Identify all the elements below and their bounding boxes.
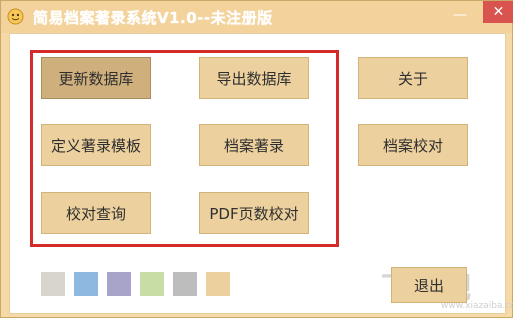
define-template-button[interactable]: 定义著录模板 bbox=[41, 124, 151, 166]
theme-swatch-5[interactable] bbox=[173, 272, 197, 296]
export-database-button[interactable]: 导出数据库 bbox=[199, 57, 309, 99]
app-window: 简易档案著录系统V1.0--未注册版 — ✕ 更新数据库 导出数据库 关于 定义… bbox=[0, 0, 513, 318]
update-database-button[interactable]: 更新数据库 bbox=[41, 57, 151, 99]
close-icon[interactable]: ✕ bbox=[483, 1, 513, 23]
about-button[interactable]: 关于 bbox=[358, 57, 468, 99]
theme-swatch-4[interactable] bbox=[140, 272, 164, 296]
pdf-page-check-button[interactable]: PDF页数校对 bbox=[199, 192, 309, 234]
theme-swatch-3[interactable] bbox=[107, 272, 131, 296]
theme-swatch-6[interactable] bbox=[206, 272, 230, 296]
exit-button[interactable]: 退出 bbox=[391, 267, 467, 303]
theme-swatch-2[interactable] bbox=[74, 272, 98, 296]
title-bar[interactable]: 简易档案著录系统V1.0--未注册版 — ✕ bbox=[1, 1, 513, 33]
check-query-button[interactable]: 校对查询 bbox=[41, 192, 151, 234]
window-title: 简易档案著录系统V1.0--未注册版 bbox=[33, 9, 273, 27]
minimize-icon[interactable]: — bbox=[453, 8, 467, 22]
archive-check-button[interactable]: 档案校对 bbox=[358, 124, 468, 166]
theme-swatch-1[interactable] bbox=[41, 272, 65, 296]
archive-record-button[interactable]: 档案著录 bbox=[199, 124, 309, 166]
app-icon bbox=[7, 8, 24, 25]
